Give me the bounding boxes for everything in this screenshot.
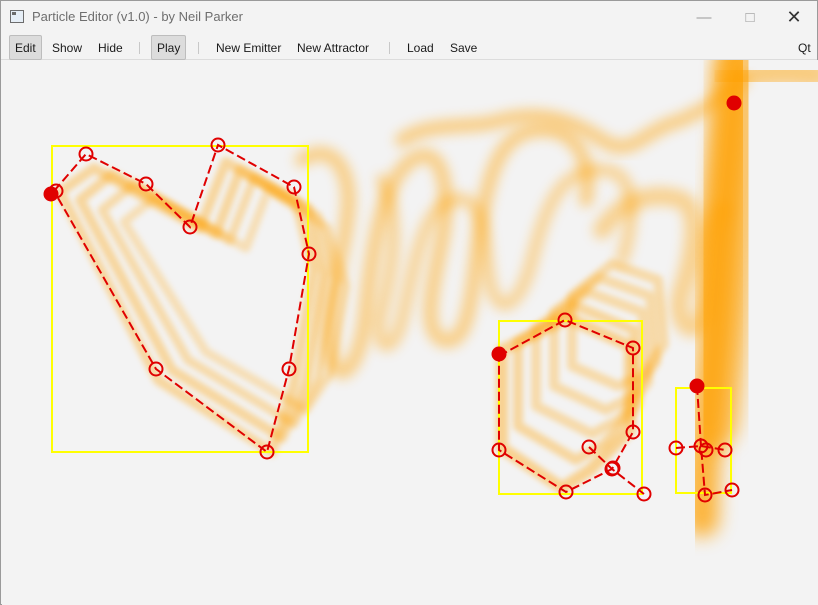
new-emitter-button[interactable]: New Emitter <box>210 35 287 60</box>
close-button[interactable]: ✕ <box>771 1 817 33</box>
play-button[interactable]: Play <box>151 35 187 60</box>
maximize-icon: □ <box>745 8 755 26</box>
minimize-button[interactable]: — <box>681 1 727 33</box>
show-button[interactable]: Show <box>46 35 88 60</box>
toolbar-separator <box>198 42 199 54</box>
particle-stream <box>717 60 818 95</box>
qt-button[interactable]: Qt <box>792 35 817 60</box>
particle-scene[interactable] <box>2 60 818 605</box>
minimize-icon: — <box>696 8 712 26</box>
title-bar[interactable]: Particle Editor (v1.0) - by Neil Parker … <box>1 1 817 33</box>
particle-canvas[interactable] <box>2 60 818 605</box>
toolbar: Edit Show Hide Play New Emitter New Attr… <box>1 33 817 60</box>
particle-stream <box>680 60 772 450</box>
new-attractor-button[interactable]: New Attractor <box>291 35 375 60</box>
maximize-button[interactable]: □ <box>727 1 773 33</box>
hexagon-emitter-origin[interactable] <box>491 346 507 362</box>
save-button[interactable]: Save <box>444 35 483 60</box>
app-window: Particle Editor (v1.0) - by Neil Parker … <box>0 0 818 605</box>
window-title: Particle Editor (v1.0) - by Neil Parker <box>32 9 243 24</box>
hide-button[interactable]: Hide <box>92 35 129 60</box>
app-window-icon <box>10 10 24 23</box>
close-icon: ✕ <box>786 6 802 27</box>
load-button[interactable]: Load <box>401 35 440 60</box>
heart-emitter-origin[interactable] <box>43 186 59 202</box>
toolbar-separator <box>389 42 390 54</box>
toolbar-separator <box>139 42 140 54</box>
edit-button[interactable]: Edit <box>9 35 42 60</box>
attractor-point[interactable] <box>726 95 742 111</box>
control-point[interactable] <box>78 146 94 162</box>
stick-emitter-origin[interactable] <box>689 378 705 394</box>
